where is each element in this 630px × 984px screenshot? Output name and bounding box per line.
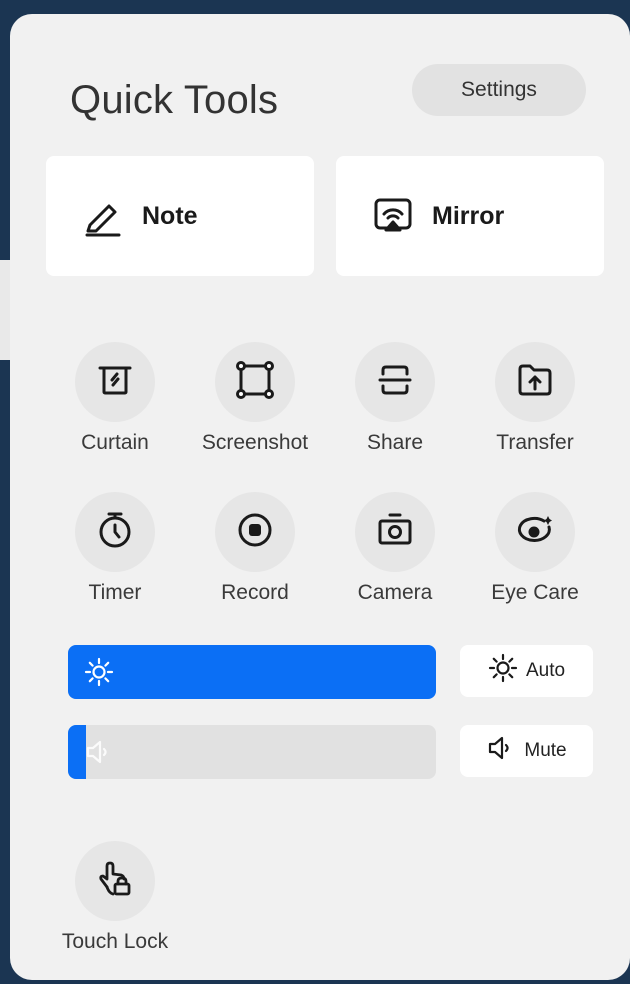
share-tool[interactable]: Share	[325, 342, 465, 455]
brightness-slider[interactable]	[68, 645, 436, 699]
mute-label: Mute	[524, 740, 567, 761]
auto-label: Auto	[525, 660, 566, 681]
screen-mirror-icon	[372, 195, 414, 237]
pen-icon	[82, 195, 124, 237]
touch-lock-tool[interactable]: Touch Lock	[45, 841, 185, 954]
record-button[interactable]	[215, 492, 295, 572]
transfer-label: Transfer	[496, 431, 574, 454]
timer-label: Timer	[88, 581, 142, 604]
sun-icon	[488, 653, 518, 689]
screenshot-icon	[235, 360, 275, 405]
share-button[interactable]	[355, 342, 435, 422]
curtain-icon	[97, 362, 133, 403]
folder-upload-icon	[515, 360, 555, 405]
mute-button[interactable]: Mute	[460, 725, 593, 777]
record-icon	[235, 510, 275, 555]
curtain-tool[interactable]: Curtain	[45, 342, 185, 455]
timer-tool[interactable]: Timer	[45, 492, 185, 605]
settings-button[interactable]: Settings	[412, 64, 586, 116]
quick-tools-panel: Quick Tools Settings Note Mirror Curtain…	[10, 14, 630, 980]
brightness-fill	[68, 645, 436, 699]
camera-tool[interactable]: Camera	[325, 492, 465, 605]
curtain-label: Curtain	[81, 431, 149, 454]
camera-button[interactable]	[355, 492, 435, 572]
eye-care-icon	[515, 510, 555, 555]
auto-brightness-button[interactable]: Auto	[460, 645, 593, 697]
record-tool[interactable]: Record	[185, 492, 325, 605]
screenshot-button[interactable]	[215, 342, 295, 422]
eye-care-tool[interactable]: Eye Care	[465, 492, 605, 605]
panel-title: Quick Tools	[70, 78, 279, 122]
note-label: Note	[142, 201, 198, 230]
eye-care-button[interactable]	[495, 492, 575, 572]
timer-icon	[95, 510, 135, 555]
screenshot-label: Screenshot	[201, 431, 309, 454]
transfer-tool[interactable]: Transfer	[465, 342, 605, 455]
touch-lock-button[interactable]	[75, 841, 155, 921]
mirror-label: Mirror	[432, 201, 505, 230]
sun-icon	[84, 657, 114, 692]
transfer-button[interactable]	[495, 342, 575, 422]
hand-lock-icon	[95, 859, 135, 904]
timer-button[interactable]	[75, 492, 155, 572]
touch-lock-label: Touch Lock	[61, 930, 169, 953]
camera-label: Camera	[357, 581, 433, 604]
curtain-button[interactable]	[75, 342, 155, 422]
mirror-card[interactable]: Mirror	[336, 156, 604, 276]
note-card[interactable]: Note	[46, 156, 314, 276]
share-label: Share	[366, 431, 424, 454]
speaker-icon	[486, 733, 516, 769]
eye-care-label: Eye Care	[491, 581, 579, 604]
record-label: Record	[221, 581, 289, 604]
screenshot-tool[interactable]: Screenshot	[185, 342, 325, 455]
volume-slider[interactable]	[68, 725, 436, 779]
speaker-icon	[84, 737, 114, 772]
share-scan-icon	[375, 360, 415, 405]
camera-icon	[375, 510, 415, 555]
